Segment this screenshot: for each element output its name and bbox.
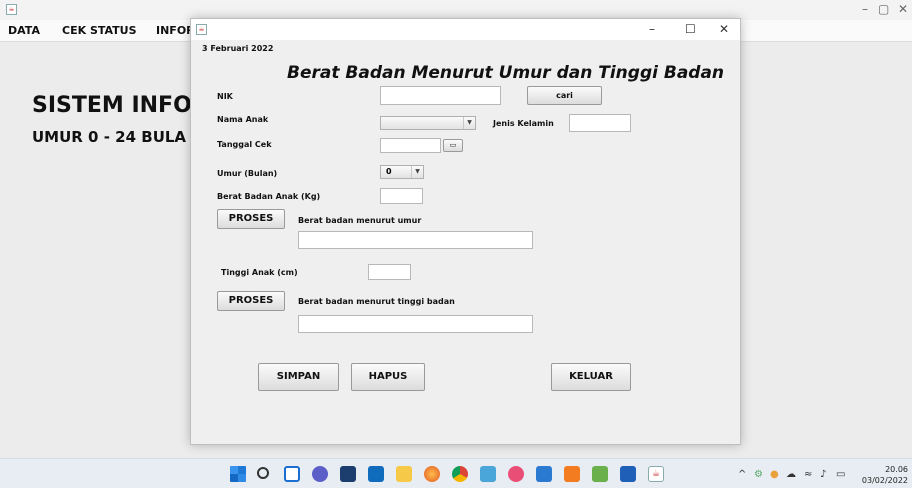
- calculator-icon[interactable]: [340, 466, 356, 482]
- tanggal-cek-input[interactable]: [380, 138, 441, 153]
- task-view-icon[interactable]: [284, 466, 300, 482]
- tray-overflow-icon[interactable]: ^: [738, 469, 746, 480]
- nik-input[interactable]: [380, 86, 501, 105]
- network-app-icon[interactable]: [480, 466, 496, 482]
- proses-umur-button[interactable]: PROSES: [217, 209, 285, 229]
- search-icon[interactable]: [257, 467, 269, 479]
- mail-icon[interactable]: [368, 466, 384, 482]
- menu-cek-status[interactable]: CEK STATUS: [62, 24, 137, 37]
- menu-data[interactable]: DATA: [8, 24, 40, 37]
- dialog-titlebar: ☕ – ☐ ✕: [191, 19, 740, 40]
- battery-icon[interactable]: ▭: [836, 469, 845, 480]
- vscode-icon[interactable]: [536, 466, 552, 482]
- umur-select[interactable]: 0 ▼: [380, 165, 424, 179]
- wifi-icon[interactable]: ≈: [804, 469, 812, 480]
- jenis-kelamin-label: Jenis Kelamin: [493, 119, 554, 128]
- dialog-maximize-button[interactable]: ☐: [685, 22, 696, 36]
- proses-tinggi-button[interactable]: PROSES: [217, 291, 285, 311]
- dialog-close-button[interactable]: ✕: [719, 22, 729, 36]
- berat-badan-dialog: ☕ – ☐ ✕ 3 Februari 2022 Berat Badan Menu…: [190, 18, 741, 445]
- date-label: 3 Februari 2022: [202, 44, 274, 53]
- menu-informasi[interactable]: INFOR: [156, 24, 195, 37]
- tinggi-anak-input[interactable]: [368, 264, 411, 280]
- chevron-down-icon: ▼: [463, 117, 475, 129]
- chat-icon[interactable]: [312, 466, 328, 482]
- tray-app-icon[interactable]: ⚙: [754, 469, 763, 480]
- java-app-icon: ☕: [6, 4, 17, 15]
- xampp-icon[interactable]: [564, 466, 580, 482]
- nik-label: NIK: [217, 92, 233, 101]
- paint-icon[interactable]: [592, 466, 608, 482]
- file-explorer-icon[interactable]: [396, 466, 412, 482]
- umur-value: 0: [386, 167, 392, 176]
- firefox-icon[interactable]: [424, 466, 440, 482]
- tray-app-icon[interactable]: ●: [770, 469, 779, 480]
- calendar-icon: ▭: [449, 141, 457, 149]
- clock-date: 03/02/2022: [861, 476, 908, 485]
- tanggal-cek-label: Tanggal Cek: [217, 140, 272, 149]
- bg-close-button[interactable]: ✕: [898, 2, 908, 16]
- bg-maximize-button[interactable]: ▢: [878, 2, 889, 16]
- cari-button[interactable]: cari: [527, 86, 602, 105]
- chrome-icon[interactable]: [452, 466, 468, 482]
- bb-umur-label: Berat badan menurut umur: [298, 216, 422, 225]
- background-title: SISTEM INFO: [32, 93, 192, 118]
- windows-start-icon[interactable]: [230, 466, 246, 482]
- background-window-titlebar: ☕ – ▢ ✕: [0, 0, 912, 20]
- chevron-down-icon: ▼: [411, 166, 423, 178]
- nama-anak-select[interactable]: ▼: [380, 116, 476, 130]
- bg-minimize-button[interactable]: –: [862, 2, 868, 16]
- bb-tinggi-label: Berat badan menurut tinggi badan: [298, 297, 455, 306]
- sound-icon[interactable]: ♪: [820, 469, 826, 480]
- dialog-minimize-button[interactable]: –: [649, 22, 655, 36]
- nama-anak-label: Nama Anak: [217, 115, 269, 124]
- berat-badan-input[interactable]: [380, 188, 423, 204]
- keluar-button[interactable]: KELUAR: [551, 363, 631, 391]
- bb-umur-result[interactable]: [298, 231, 533, 249]
- notification-app-icon[interactable]: [508, 466, 524, 482]
- page-title: Berat Badan Menurut Umur dan Tinggi Bada…: [287, 63, 725, 83]
- calendar-button[interactable]: ▭: [443, 139, 463, 152]
- umur-label: Umur (Bulan): [217, 169, 278, 178]
- clock[interactable]: 20.06 03/02/2022: [862, 464, 908, 486]
- tinggi-anak-label: Tinggi Anak (cm): [221, 268, 298, 277]
- hapus-button[interactable]: HAPUS: [351, 363, 425, 391]
- word-icon[interactable]: [620, 466, 636, 482]
- java-app-icon: ☕: [196, 24, 207, 35]
- background-subtitle: UMUR 0 - 24 BULA: [32, 128, 187, 146]
- berat-badan-label: Berat Badan Anak (Kg): [217, 192, 321, 201]
- simpan-button[interactable]: SIMPAN: [258, 363, 339, 391]
- cloud-icon[interactable]: ☁: [786, 469, 796, 480]
- java-app-icon[interactable]: ☕: [648, 466, 664, 482]
- clock-time: 20.06: [885, 465, 908, 474]
- jenis-kelamin-input[interactable]: [569, 114, 631, 132]
- bb-tinggi-result[interactable]: [298, 315, 533, 333]
- taskbar: ☕ ^ ⚙ ● ☁ ≈ ♪ ▭ 20.06 03/02/2022: [0, 458, 912, 488]
